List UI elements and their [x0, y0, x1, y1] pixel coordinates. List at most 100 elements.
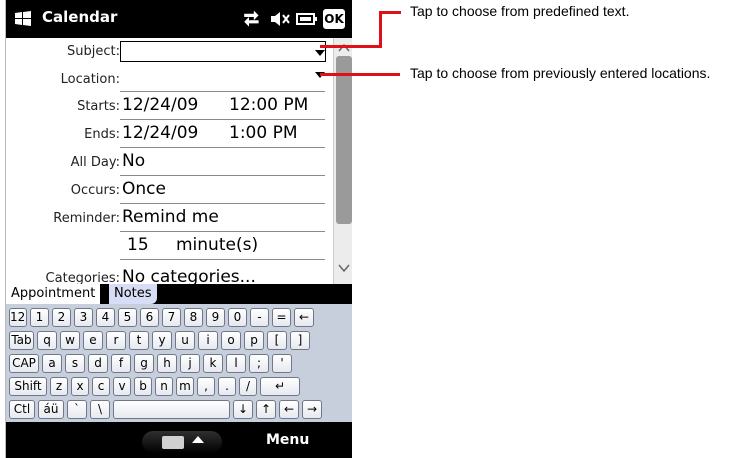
- reminder-unit[interactable]: minute(s): [176, 235, 258, 255]
- key-j[interactable]: j: [180, 354, 200, 373]
- key-a[interactable]: a: [42, 354, 62, 373]
- key-p[interactable]: p: [244, 331, 264, 350]
- softkey-bar: Menu: [6, 422, 352, 458]
- key-g[interactable]: g: [134, 354, 154, 373]
- connectivity-icon[interactable]: [241, 9, 263, 29]
- arrow-left-key[interactable]: ←: [279, 400, 299, 419]
- key-h[interactable]: h: [157, 354, 177, 373]
- ctrl-key[interactable]: Ctl: [9, 400, 35, 419]
- allday-row: All Day: No: [6, 148, 333, 176]
- space-key[interactable]: [113, 400, 230, 419]
- key-1[interactable]: 1: [30, 308, 49, 327]
- reminder-amount[interactable]: 15: [127, 235, 149, 255]
- key-4[interactable]: 4: [96, 308, 115, 327]
- subject-dropdown-arrow-icon[interactable]: [315, 50, 325, 56]
- minus-key[interactable]: -: [250, 308, 269, 327]
- categories-row: Categories: No categories...: [6, 260, 333, 284]
- location-callout-text: Tap to choose from previously entered lo…: [410, 65, 711, 81]
- key-v[interactable]: v: [113, 377, 131, 396]
- reminder-row: Reminder: Remind me: [6, 204, 333, 232]
- key-123[interactable]: 123: [9, 308, 27, 327]
- ends-date[interactable]: 12/24/09: [122, 123, 198, 143]
- key-z[interactable]: z: [50, 377, 68, 396]
- subject-field[interactable]: [120, 41, 326, 62]
- scroll-down-icon[interactable]: [336, 260, 352, 276]
- scroll-up-icon[interactable]: [336, 40, 352, 56]
- arrow-up-key[interactable]: ↑: [256, 400, 276, 419]
- occurs-value[interactable]: Once: [122, 179, 166, 199]
- key-n[interactable]: n: [155, 377, 173, 396]
- tab-strip: Appointment Notes: [6, 284, 352, 304]
- comma-key[interactable]: ,: [197, 377, 215, 396]
- key-l[interactable]: l: [226, 354, 246, 373]
- key-u[interactable]: u: [175, 331, 195, 350]
- starts-time[interactable]: 12:00 PM: [229, 95, 308, 115]
- volume-muted-icon[interactable]: [269, 9, 291, 29]
- enter-key[interactable]: ↵: [260, 377, 300, 396]
- ends-time[interactable]: 1:00 PM: [229, 123, 298, 143]
- appointment-form: Subject: Location: Starts: 12/24/09 12:0…: [6, 38, 333, 284]
- backslash-key[interactable]: \: [90, 400, 110, 419]
- backtick-key[interactable]: `: [67, 400, 87, 419]
- occurs-row: Occurs: Once: [6, 176, 333, 204]
- slash-key[interactable]: /: [239, 377, 257, 396]
- key-0[interactable]: 0: [228, 308, 247, 327]
- keyboard-icon: [162, 436, 184, 449]
- allday-value[interactable]: No: [122, 151, 145, 171]
- subject-callout-line-h2: [379, 11, 401, 14]
- key-7[interactable]: 7: [162, 308, 181, 327]
- arrow-down-key[interactable]: ↓: [233, 400, 253, 419]
- key-2[interactable]: 2: [52, 308, 71, 327]
- reminder-amount-row: 15 minute(s): [6, 232, 333, 260]
- key-t[interactable]: t: [129, 331, 149, 350]
- key-e[interactable]: e: [83, 331, 103, 350]
- key-6[interactable]: 6: [140, 308, 159, 327]
- accent-key[interactable]: áü: [38, 400, 64, 419]
- key-3[interactable]: 3: [74, 308, 93, 327]
- reminder-value[interactable]: Remind me: [122, 207, 219, 227]
- right-bracket-key[interactable]: ]: [290, 331, 310, 350]
- caps-key[interactable]: CAP: [9, 354, 39, 373]
- key-r[interactable]: r: [106, 331, 126, 350]
- key-9[interactable]: 9: [206, 308, 225, 327]
- period-key[interactable]: .: [218, 377, 236, 396]
- key-m[interactable]: m: [176, 377, 194, 396]
- shift-key[interactable]: Shift: [9, 377, 47, 396]
- starts-date[interactable]: 12/24/09: [122, 95, 198, 115]
- subject-callout-line-h1: [320, 45, 380, 48]
- key-f[interactable]: f: [111, 354, 131, 373]
- semicolon-key[interactable]: ;: [249, 354, 269, 373]
- key-5[interactable]: 5: [118, 308, 137, 327]
- key-w[interactable]: w: [60, 331, 80, 350]
- ok-button[interactable]: OK: [323, 9, 345, 29]
- key-q[interactable]: q: [37, 331, 57, 350]
- equals-key[interactable]: =: [272, 308, 291, 327]
- key-s[interactable]: s: [65, 354, 85, 373]
- key-y[interactable]: y: [152, 331, 172, 350]
- key-8[interactable]: 8: [184, 308, 203, 327]
- quote-key[interactable]: ': [272, 354, 292, 373]
- key-k[interactable]: k: [203, 354, 223, 373]
- tab-appointment[interactable]: Appointment: [6, 284, 101, 304]
- input-panel-button[interactable]: [142, 431, 222, 453]
- tab-key[interactable]: Tab: [9, 331, 34, 350]
- key-b[interactable]: b: [134, 377, 152, 396]
- key-x[interactable]: x: [71, 377, 89, 396]
- menu-softkey[interactable]: Menu: [266, 432, 309, 448]
- allday-label: All Day:: [70, 155, 120, 170]
- battery-icon[interactable]: [296, 9, 318, 29]
- backspace-key[interactable]: ←: [294, 308, 314, 327]
- arrow-right-key[interactable]: →: [302, 400, 322, 419]
- starts-label: Starts:: [77, 99, 120, 114]
- left-bracket-key[interactable]: [: [267, 331, 287, 350]
- key-d[interactable]: d: [88, 354, 108, 373]
- key-c[interactable]: c: [92, 377, 110, 396]
- scroll-thumb[interactable]: [336, 56, 352, 224]
- tab-notes[interactable]: Notes: [109, 284, 157, 304]
- categories-value[interactable]: No categories...: [122, 267, 256, 284]
- title-bar: Calendar OK: [6, 0, 352, 38]
- key-i[interactable]: i: [198, 331, 218, 350]
- key-o[interactable]: o: [221, 331, 241, 350]
- app-title: Calendar: [42, 8, 118, 26]
- windows-start-icon[interactable]: [13, 9, 33, 29]
